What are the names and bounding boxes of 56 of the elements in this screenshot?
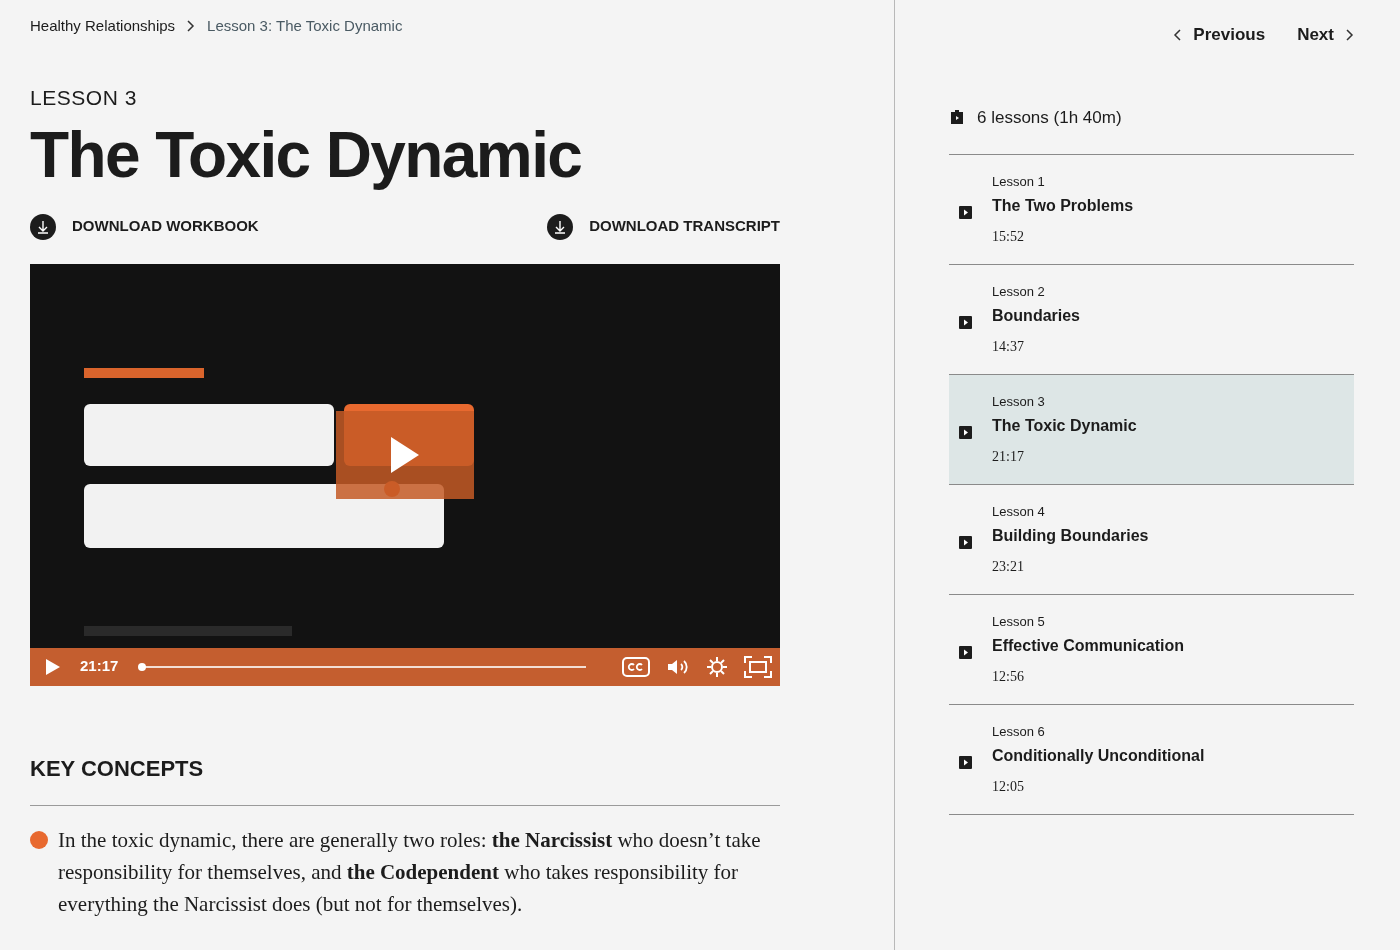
lesson-number: Lesson 2 <box>992 282 1046 301</box>
lesson-duration: 21:17 <box>992 448 1025 467</box>
breadcrumb-link[interactable]: Lesson 3: The Toxic Dynamic <box>207 14 403 38</box>
section-heading: KEY CONCEPTS <box>30 754 205 783</box>
chevron-right-icon <box>1346 28 1354 41</box>
play-button[interactable] <box>336 410 474 499</box>
download-icon <box>30 213 56 240</box>
chevron-left-icon <box>1173 28 1182 41</box>
lesson-duration: 12:05 <box>992 778 1025 797</box>
next-link[interactable]: Next <box>1297 22 1354 48</box>
settings-icon[interactable] <box>706 655 728 678</box>
concept-text: In the toxic dynamic, there are generally two roles: the Narcissist who doesn’t take responsibility for themselves, and the Codependent who takes responsibility for everything the Narcissist does (but not for themselves). <box>58 826 762 918</box>
lesson-title: The Two Problems <box>992 196 1134 217</box>
lesson-number: Lesson 6 <box>992 722 1046 741</box>
lesson-number: Lesson 3 <box>992 392 1046 411</box>
lesson-count: 6 lessons (1h 40m) <box>977 106 1122 129</box>
lesson-item[interactable]: Lesson 3 The Toxic Dynamic 21:17 <box>949 375 1354 485</box>
lesson-duration: 23:21 <box>992 558 1025 577</box>
lesson-item[interactable]: Lesson 6 Conditionally Unconditional 12:05 <box>949 705 1354 815</box>
breadcrumb-link[interactable]: Healthy Relationships <box>30 14 176 38</box>
video-icon <box>959 646 972 659</box>
lesson-duration: 15:52 <box>992 228 1025 247</box>
previous-link[interactable]: Previous <box>1173 22 1266 48</box>
lesson-label: LESSON 3 <box>30 85 138 111</box>
video-icon <box>959 756 972 769</box>
video-icon <box>959 206 972 219</box>
lesson-item[interactable]: Lesson 5 Effective Communication 12:56 <box>949 595 1354 705</box>
fullscreen-icon[interactable] <box>744 655 772 678</box>
lesson-title: Boundaries <box>992 306 1080 327</box>
play-button[interactable] <box>46 658 60 675</box>
page-title: The Toxic Dynamic <box>30 119 583 190</box>
clipboard-icon <box>949 109 965 126</box>
video-icon <box>959 316 972 329</box>
lesson-title: Effective Communication <box>992 636 1185 657</box>
lesson-title: The Toxic Dynamic <box>992 416 1137 437</box>
slider-thumb[interactable] <box>138 662 147 671</box>
download-icon <box>547 213 574 240</box>
lesson-duration: 14:37 <box>992 338 1025 357</box>
play-icon <box>46 658 60 675</box>
captions-icon[interactable] <box>622 656 650 677</box>
chevron-right-icon <box>187 20 196 32</box>
video-icon <box>959 426 972 439</box>
video-icon <box>959 536 972 549</box>
play-icon <box>391 436 419 473</box>
lesson-title: Conditionally Unconditional <box>992 746 1205 767</box>
download-link[interactable]: DOWNLOAD WORKBOOK <box>72 215 259 238</box>
lesson-item[interactable]: Lesson 4 Building Boundaries 23:21 <box>949 485 1354 595</box>
lesson-title: Building Boundaries <box>992 526 1149 547</box>
bullet-icon <box>30 830 48 849</box>
lesson-item[interactable]: Lesson 1 The Two Problems 15:52 <box>949 155 1354 265</box>
download-link[interactable]: DOWNLOAD TRANSCRIPT <box>589 215 780 238</box>
lesson-duration: 12:56 <box>992 668 1025 687</box>
lesson-number: Lesson 1 <box>992 172 1046 191</box>
lesson-number: Lesson 5 <box>992 612 1046 631</box>
video-time: 21:17 <box>80 656 119 677</box>
lesson-number: Lesson 4 <box>992 502 1046 521</box>
